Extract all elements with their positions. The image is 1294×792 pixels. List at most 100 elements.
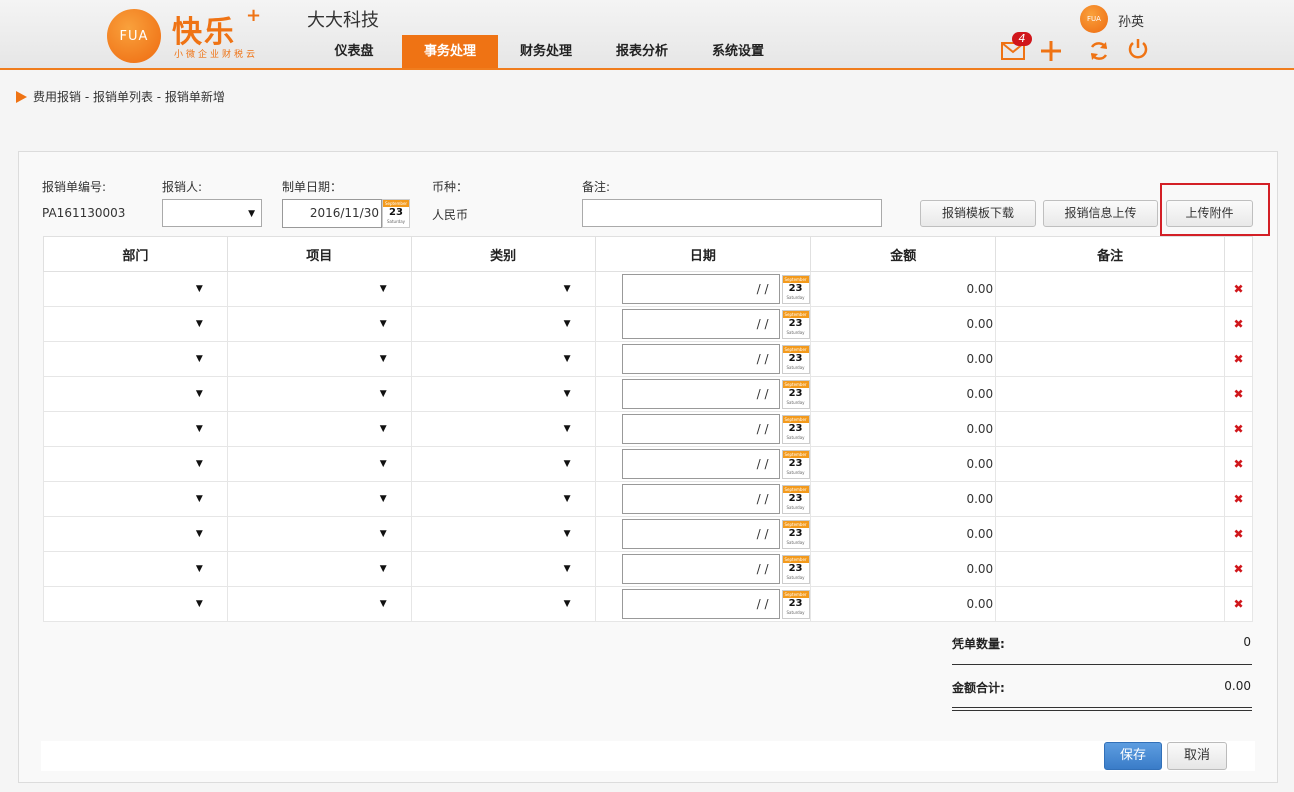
item-select[interactable]: ▼ — [226, 376, 412, 412]
info-upload-button[interactable]: 报销信息上传 — [1043, 200, 1158, 227]
cancel-button[interactable]: 取消 — [1167, 742, 1227, 770]
nav-settings[interactable]: 系统设置 — [690, 35, 786, 68]
amount-cell[interactable]: 0.00 — [810, 271, 997, 307]
delete-row-icon[interactable]: ✖ — [1223, 446, 1254, 482]
user-name[interactable]: 孙英 — [1118, 11, 1144, 30]
reporter-select[interactable]: ▼ — [162, 199, 262, 227]
dept-select[interactable]: ▼ — [43, 516, 228, 552]
calendar-icon[interactable]: September 23 Saturday — [781, 345, 810, 374]
nav-finance[interactable]: 财务处理 — [498, 35, 594, 68]
remark-cell[interactable] — [995, 481, 1225, 517]
remark-cell[interactable] — [995, 341, 1225, 377]
dept-select[interactable]: ▼ — [43, 306, 228, 342]
dept-select[interactable]: ▼ — [43, 271, 228, 307]
row-date-input[interactable]: / / — [621, 589, 780, 619]
item-select[interactable]: ▼ — [226, 516, 412, 552]
delete-row-icon[interactable]: ✖ — [1223, 271, 1254, 307]
calendar-icon[interactable]: September 23 Saturday — [781, 415, 810, 444]
item-select[interactable]: ▼ — [226, 306, 412, 342]
nav-transactions[interactable]: 事务处理 — [402, 35, 498, 68]
dept-select[interactable]: ▼ — [43, 586, 228, 622]
remark-input[interactable] — [582, 199, 882, 227]
amount-cell[interactable]: 0.00 — [810, 411, 997, 447]
remark-cell[interactable] — [995, 586, 1225, 622]
delete-row-icon[interactable]: ✖ — [1223, 516, 1254, 552]
row-date-input[interactable]: / / — [621, 309, 780, 339]
type-select[interactable]: ▼ — [410, 341, 596, 377]
type-select[interactable]: ▼ — [410, 516, 596, 552]
type-select[interactable]: ▼ — [410, 376, 596, 412]
row-date-input[interactable]: / / — [621, 449, 780, 479]
delete-row-icon[interactable]: ✖ — [1223, 411, 1254, 447]
dept-select[interactable]: ▼ — [43, 376, 228, 412]
calendar-icon[interactable]: September 23 Saturday — [382, 199, 410, 228]
power-icon[interactable] — [1125, 36, 1151, 62]
template-download-button[interactable]: 报销模板下载 — [920, 200, 1036, 227]
remark-cell[interactable] — [995, 411, 1225, 447]
amount-cell[interactable]: 0.00 — [810, 376, 997, 412]
dept-select[interactable]: ▼ — [43, 341, 228, 377]
row-date-input[interactable]: / / — [621, 379, 780, 409]
row-date-input[interactable]: / / — [621, 484, 780, 514]
item-select[interactable]: ▼ — [226, 586, 412, 622]
calendar-icon[interactable]: September 23 Saturday — [781, 590, 810, 619]
row-date-input[interactable]: / / — [621, 554, 780, 584]
calendar-icon[interactable]: September 23 Saturday — [781, 450, 810, 479]
dept-select[interactable]: ▼ — [43, 446, 228, 482]
amount-cell[interactable]: 0.00 — [810, 446, 997, 482]
remark-cell[interactable] — [995, 306, 1225, 342]
amount-cell[interactable]: 0.00 — [810, 551, 997, 587]
item-select[interactable]: ▼ — [226, 551, 412, 587]
type-select[interactable]: ▼ — [410, 586, 596, 622]
remark-cell[interactable] — [995, 376, 1225, 412]
remark-cell[interactable] — [995, 516, 1225, 552]
calendar-icon[interactable]: September 23 Saturday — [781, 275, 810, 304]
nav-reports[interactable]: 报表分析 — [594, 35, 690, 68]
type-select[interactable]: ▼ — [410, 271, 596, 307]
calendar-icon[interactable]: September 23 Saturday — [781, 380, 810, 409]
amount-cell[interactable]: 0.00 — [810, 341, 997, 377]
refresh-icon[interactable] — [1086, 38, 1112, 64]
row-date-input[interactable]: / / — [621, 274, 780, 304]
nav-dashboard[interactable]: 仪表盘 — [306, 35, 402, 68]
plus-icon[interactable] — [1038, 38, 1064, 64]
calendar-icon[interactable]: September 23 Saturday — [781, 485, 810, 514]
remark-cell[interactable] — [995, 551, 1225, 587]
item-select[interactable]: ▼ — [226, 411, 412, 447]
row-date-input[interactable]: / / — [621, 344, 780, 374]
chevron-down-icon: ▼ — [195, 599, 203, 609]
calendar-icon[interactable]: September 23 Saturday — [781, 555, 810, 584]
type-select[interactable]: ▼ — [410, 446, 596, 482]
amount-cell[interactable]: 0.00 — [810, 516, 997, 552]
delete-row-icon[interactable]: ✖ — [1223, 551, 1254, 587]
calendar-icon[interactable]: September 23 Saturday — [781, 310, 810, 339]
calendar-icon[interactable]: September 23 Saturday — [781, 520, 810, 549]
item-select[interactable]: ▼ — [226, 271, 412, 307]
remark-cell[interactable] — [995, 271, 1225, 307]
delete-row-icon[interactable]: ✖ — [1223, 376, 1254, 412]
item-select[interactable]: ▼ — [226, 481, 412, 517]
type-select[interactable]: ▼ — [410, 551, 596, 587]
item-select[interactable]: ▼ — [226, 446, 412, 482]
delete-row-icon[interactable]: ✖ — [1223, 481, 1254, 517]
type-select[interactable]: ▼ — [410, 306, 596, 342]
type-select[interactable]: ▼ — [410, 481, 596, 517]
bill-date-input[interactable]: 2016/11/30 — [282, 199, 382, 228]
amount-cell[interactable]: 0.00 — [810, 306, 997, 342]
delete-row-icon[interactable]: ✖ — [1223, 306, 1254, 342]
dept-select[interactable]: ▼ — [43, 481, 228, 517]
row-date-input[interactable]: / / — [621, 414, 780, 444]
type-select[interactable]: ▼ — [410, 411, 596, 447]
delete-row-icon[interactable]: ✖ — [1223, 341, 1254, 377]
amount-cell[interactable]: 0.00 — [810, 586, 997, 622]
breadcrumb-text[interactable]: 费用报销 - 报销单列表 - 报销单新增 — [33, 88, 225, 105]
save-button[interactable]: 保存 — [1104, 742, 1162, 770]
delete-row-icon[interactable]: ✖ — [1223, 586, 1254, 622]
row-date-input[interactable]: / / — [621, 519, 780, 549]
avatar[interactable]: FUA — [1080, 5, 1108, 33]
dept-select[interactable]: ▼ — [43, 551, 228, 587]
remark-cell[interactable] — [995, 446, 1225, 482]
dept-select[interactable]: ▼ — [43, 411, 228, 447]
item-select[interactable]: ▼ — [226, 341, 412, 377]
amount-cell[interactable]: 0.00 — [810, 481, 997, 517]
